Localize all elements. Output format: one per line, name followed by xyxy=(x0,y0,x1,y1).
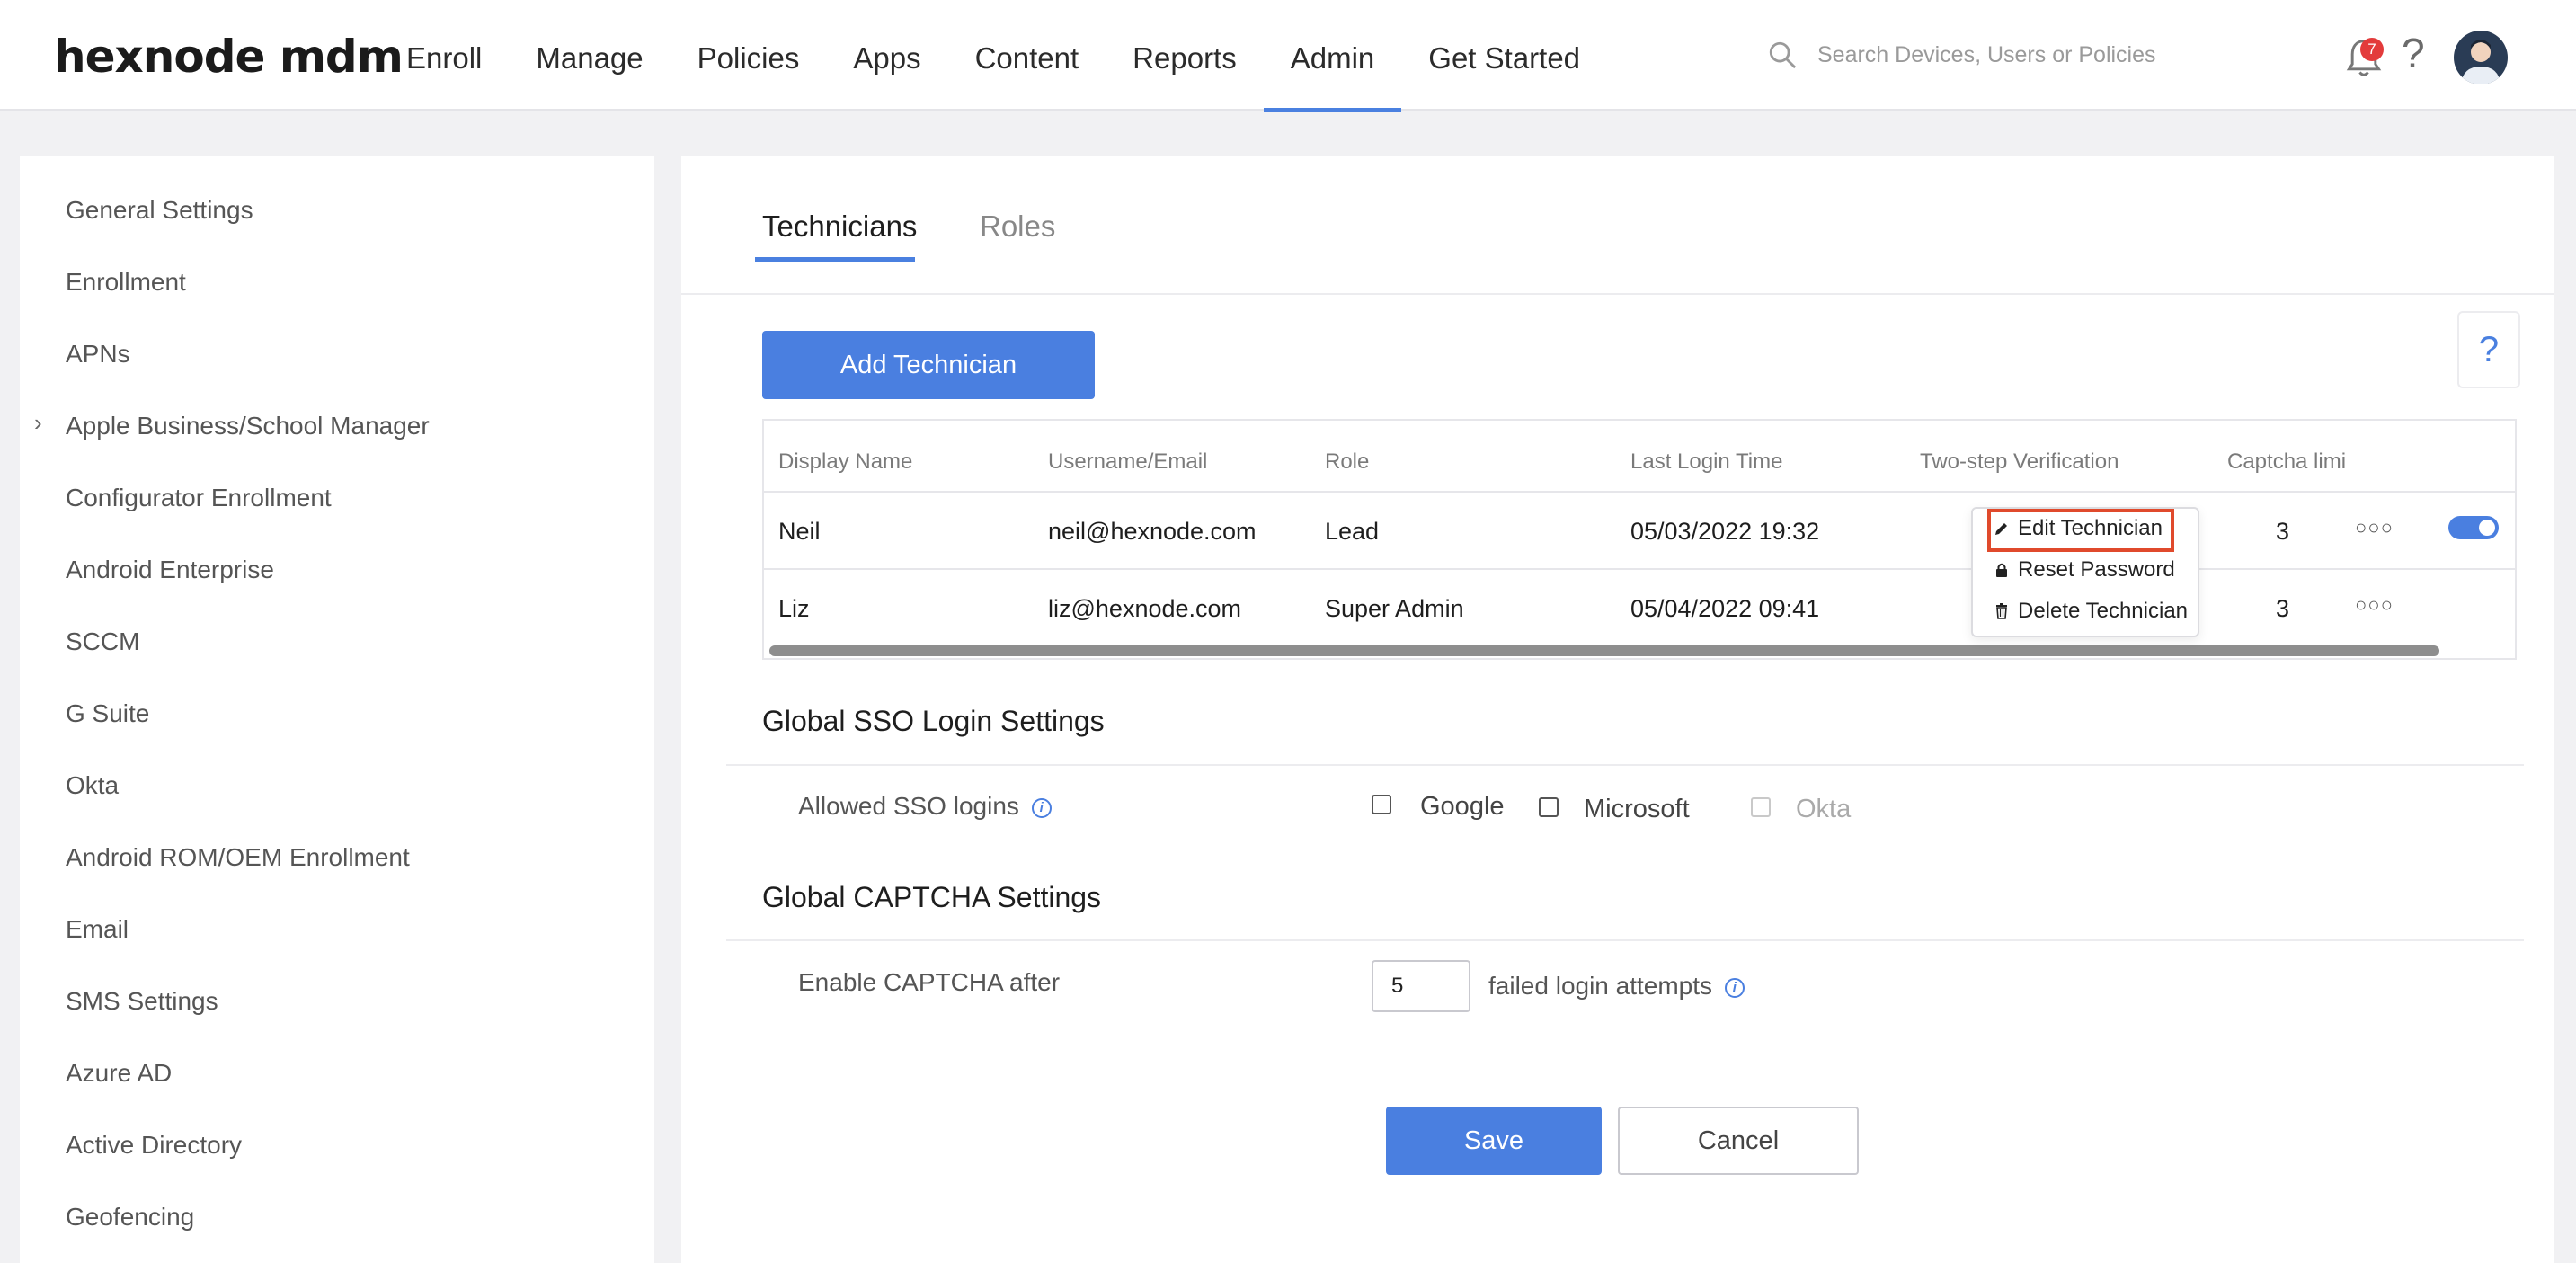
failed-login-attempts-text: failed login attempts xyxy=(1488,972,1713,1000)
menu-item-label: Delete Technician xyxy=(2018,599,2189,623)
technicians-table: Display Name Username/Email Role Last Lo… xyxy=(762,419,2517,660)
sidebar-item-sccm[interactable]: SCCM xyxy=(66,627,139,656)
nav-policies[interactable]: Policies xyxy=(697,0,800,111)
menu-item-delete-technician[interactable]: Delete Technician xyxy=(1993,599,2188,624)
cell-captcha-limit: 3 xyxy=(2276,518,2290,545)
nav-admin[interactable]: Admin xyxy=(1263,0,1401,112)
technician-enabled-toggle[interactable] xyxy=(2448,516,2499,539)
cancel-button[interactable]: Cancel xyxy=(1618,1107,1859,1175)
tab-technicians[interactable]: Technicians xyxy=(762,209,917,244)
divider xyxy=(726,939,2524,941)
sidebar-item-enrollment[interactable]: Enrollment xyxy=(66,268,186,297)
more-options-icon[interactable]: ○○○ xyxy=(2355,593,2394,617)
sidebar-item-g-suite[interactable]: G Suite xyxy=(66,699,149,728)
google-label: Google xyxy=(1420,792,1505,821)
menu-item-label: Reset Password xyxy=(2018,557,2175,582)
user-avatar[interactable] xyxy=(2454,31,2508,84)
failed-login-attempts-label: failed login attempts i xyxy=(1488,972,1745,1001)
cell-display-name: Liz xyxy=(778,595,810,622)
info-icon[interactable]: i xyxy=(1724,977,1745,998)
column-header-username-email: Username/Email xyxy=(1048,449,1208,474)
notification-count-badge: 7 xyxy=(2360,38,2384,61)
cell-role: Super Admin xyxy=(1325,595,1464,622)
lock-icon xyxy=(1996,563,2007,577)
okta-checkbox xyxy=(1751,797,1771,817)
nav-enroll[interactable]: Enroll xyxy=(406,0,482,111)
tab-bar: Technicians Roles xyxy=(681,156,2554,295)
okta-label: Okta xyxy=(1796,795,1852,823)
nav-get-started[interactable]: Get Started xyxy=(1428,0,1580,111)
cell-captcha-limit: 3 xyxy=(2276,595,2290,622)
cell-email: neil@hexnode.com xyxy=(1048,518,1257,545)
sidebar-item-apple-business-school-manager[interactable]: Apple Business/School Manager xyxy=(66,412,430,440)
column-header-two-step-verification: Two-step Verification xyxy=(1920,449,2119,474)
chevron-right-icon[interactable]: › xyxy=(34,409,42,437)
cell-email: liz@hexnode.com xyxy=(1048,595,1242,622)
sidebar-item-azure-ad[interactable]: Azure AD xyxy=(66,1059,172,1088)
sidebar-item-okta[interactable]: Okta xyxy=(66,771,119,800)
save-button[interactable]: Save xyxy=(1386,1107,1602,1175)
divider xyxy=(726,764,2524,766)
column-header-captcha-limit: Captcha limi xyxy=(2227,449,2347,474)
menu-item-reset-password[interactable]: Reset Password xyxy=(1993,557,2175,583)
enable-captcha-label: Enable CAPTCHA after xyxy=(798,968,1061,996)
column-header-display-name: Display Name xyxy=(778,449,913,474)
hexnode-logo[interactable]: hexnode mdm xyxy=(54,31,404,83)
avatar-icon xyxy=(2461,40,2500,84)
top-navigation-bar: hexnode mdm Enroll Manage Policies Apps … xyxy=(0,0,2576,112)
sidebar-item-apns[interactable]: APNs xyxy=(66,340,130,369)
cell-display-name: Neil xyxy=(778,518,821,545)
table-row[interactable]: Liz liz@hexnode.com Super Admin 05/04/20… xyxy=(764,568,2517,645)
sidebar-item-sms-settings[interactable]: SMS Settings xyxy=(66,987,218,1016)
add-technician-button[interactable]: Add Technician xyxy=(762,331,1095,399)
column-header-last-login-time: Last Login Time xyxy=(1630,449,1783,474)
microsoft-checkbox[interactable] xyxy=(1539,797,1559,817)
nav-content[interactable]: Content xyxy=(975,0,1079,111)
cell-role: Lead xyxy=(1325,518,1380,545)
sidebar-item-email[interactable]: Email xyxy=(66,915,129,944)
table-row[interactable]: Neil neil@hexnode.com Lead 05/03/2022 19… xyxy=(764,491,2517,568)
captcha-settings-title: Global CAPTCHA Settings xyxy=(762,881,1102,913)
cell-last-login: 05/03/2022 19:32 xyxy=(1630,518,1820,545)
captcha-attempts-input[interactable] xyxy=(1372,960,1470,1012)
sso-settings-title: Global SSO Login Settings xyxy=(762,705,1105,737)
nav-reports[interactable]: Reports xyxy=(1133,0,1237,111)
trash-icon xyxy=(1996,603,2007,619)
sidebar-item-active-directory[interactable]: Active Directory xyxy=(66,1131,242,1160)
main-nav: Enroll Manage Policies Apps Content Repo… xyxy=(406,0,1634,112)
allowed-sso-logins-text: Allowed SSO logins xyxy=(798,792,1019,820)
help-icon[interactable]: ? xyxy=(2402,29,2425,77)
nav-apps[interactable]: Apps xyxy=(853,0,920,111)
active-tab-indicator xyxy=(755,257,915,262)
edit-technician-highlight xyxy=(1987,509,2174,552)
technicians-panel: Technicians Roles ? Add Technician Displ… xyxy=(681,156,2554,1263)
allowed-sso-logins-label: Allowed SSO logins i xyxy=(798,792,1052,821)
nav-manage[interactable]: Manage xyxy=(536,0,643,111)
admin-sidebar: General Settings Enrollment APNs › Apple… xyxy=(20,156,654,1263)
table-horizontal-scrollbar[interactable] xyxy=(769,645,2439,656)
microsoft-label: Microsoft xyxy=(1584,795,1690,823)
sidebar-item-geofencing[interactable]: Geofencing xyxy=(66,1203,194,1232)
info-icon[interactable]: i xyxy=(1031,797,1052,818)
search-icon xyxy=(1769,41,1797,69)
sidebar-item-android-enterprise[interactable]: Android Enterprise xyxy=(66,556,274,584)
google-checkbox[interactable] xyxy=(1372,795,1391,814)
sidebar-item-android-rom-oem-enrollment[interactable]: Android ROM/OEM Enrollment xyxy=(66,843,410,872)
search-input[interactable] xyxy=(1817,41,2177,68)
tab-roles[interactable]: Roles xyxy=(980,209,1055,244)
cell-last-login: 05/04/2022 09:41 xyxy=(1630,595,1820,622)
column-header-role: Role xyxy=(1325,449,1370,474)
global-search xyxy=(1767,40,2177,70)
sidebar-item-configurator-enrollment[interactable]: Configurator Enrollment xyxy=(66,484,332,512)
help-button[interactable]: ? xyxy=(2457,311,2520,388)
more-options-icon[interactable]: ○○○ xyxy=(2355,516,2394,539)
sidebar-item-general-settings[interactable]: General Settings xyxy=(66,196,253,225)
